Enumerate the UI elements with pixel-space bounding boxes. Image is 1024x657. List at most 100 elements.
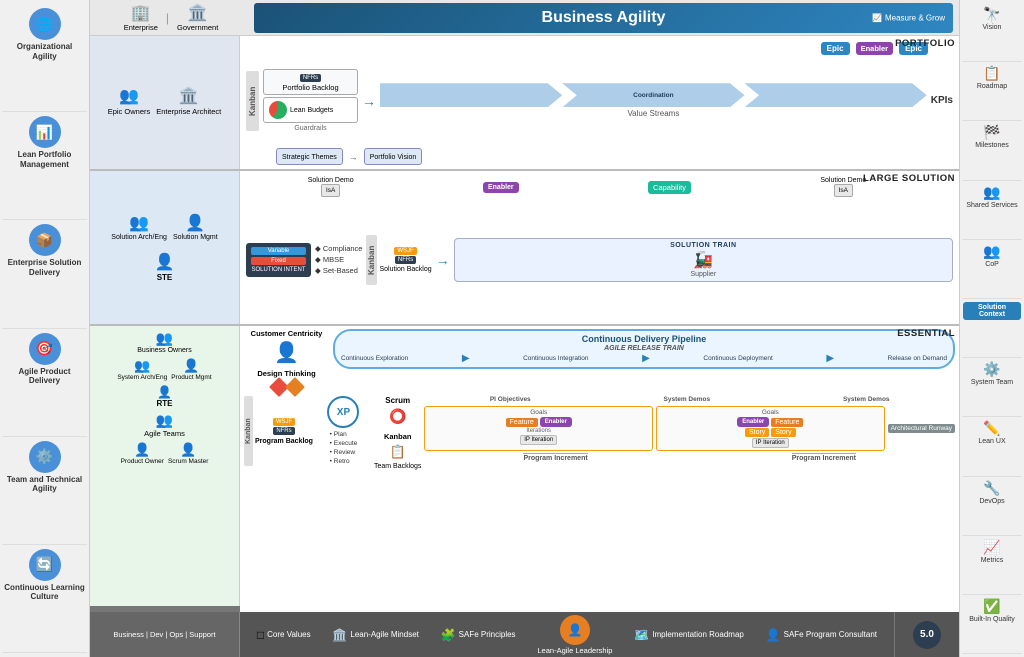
portfolio-backlog-box: NFRs Portfolio Backlog — [263, 69, 358, 95]
sidebar-item-continuous-learning[interactable]: 🔄 Continuous Learning Culture — [2, 545, 87, 653]
epic-box-1: Epic — [821, 42, 850, 55]
cop-label: CoP — [985, 261, 999, 269]
system-demos-label-2: System Demos — [843, 396, 890, 403]
epic-owners-label: Epic Owners — [108, 107, 151, 116]
vs-chevron-1 — [380, 83, 562, 107]
kanban-label-ess: Kanban — [245, 418, 252, 444]
milestones-icon: 🏁 — [983, 124, 1000, 141]
iterations-label: Iterations — [526, 428, 551, 434]
enterprise-label: Enterprise — [124, 23, 158, 32]
org-agility-icon: 🌐 — [29, 8, 61, 40]
release-on-demand-label: Release on Demand — [888, 355, 947, 362]
lean-agile-mindset-label: Lean-Agile Mindset — [350, 630, 418, 639]
devops-label: DevOps — [979, 498, 1004, 506]
continuous-deployment-stage: Continuous Deployment — [703, 355, 772, 362]
roadmap-label: Roadmap — [977, 83, 1007, 91]
sidebar-label-lean-portfolio: Lean Portfolio Management — [4, 150, 85, 169]
right-item-metrics[interactable]: 📈 Metrics — [962, 536, 1022, 595]
pi-objectives-label: PI Objectives — [490, 396, 531, 403]
right-item-vision[interactable]: 🔭 Vision — [962, 3, 1022, 62]
xp-bullets: • Plan• Execute• Review• Retro — [330, 430, 358, 466]
continuous-integration-label: Continuous Integration — [523, 355, 588, 362]
team-backlogs-label: Team Backlogs — [374, 463, 421, 470]
sidebar-item-agile-product[interactable]: 🎯 Agile Product Delivery — [2, 329, 87, 437]
sidebar-item-lean-portfolio[interactable]: 📊 Lean Portfolio Management — [2, 112, 87, 220]
sidebar-item-org-agility[interactable]: 🌐 Organizational Agility — [2, 4, 87, 112]
enabler-box: Enabler — [856, 42, 894, 55]
right-item-solution-context[interactable]: Solution Context — [962, 299, 1022, 358]
vs-chevron-2: Coordination — [562, 83, 744, 107]
solution-train-label: SOLUTION TRAIN — [670, 242, 737, 249]
continuous-integration-stage: Continuous Integration — [523, 355, 588, 362]
right-item-shared-services[interactable]: 👥 Shared Services — [962, 181, 1022, 240]
solution-demo-2-label: Solution Demo — [820, 177, 866, 184]
portfolio-vision-box: Portfolio Vision — [364, 148, 423, 165]
continuous-learning-icon: 🔄 — [29, 549, 61, 581]
cop-icon: 👥 — [983, 243, 1000, 260]
left-sidebar: 🌐 Organizational Agility 📊 Lean Portfoli… — [0, 0, 90, 657]
continuous-exploration-label: Continuous Exploration — [341, 355, 408, 362]
solution-backlog-label: Solution Backlog — [379, 266, 431, 273]
rte-label: RTE — [157, 399, 173, 408]
version-badge: 5.0 — [913, 621, 941, 649]
lean-budgets-label: Lean Budgets — [290, 107, 333, 114]
right-item-built-in-quality[interactable]: ✅ Built-In Quality — [962, 595, 1022, 654]
measure-grow-label: Measure & Grow — [885, 13, 945, 22]
enterprise-gov-header: 🏢 Enterprise | 🏛️ Government Business Ag… — [90, 0, 959, 36]
right-item-cop[interactable]: 👥 CoP — [962, 240, 1022, 299]
right-item-roadmap[interactable]: 📋 Roadmap — [962, 62, 1022, 121]
kanban-label-portfolio: Kanban — [248, 86, 257, 115]
business-dev-bar — [90, 606, 240, 612]
lean-agile-leadership-item[interactable]: 👤 Lean-Agile Leadership — [537, 615, 612, 655]
core-values-item[interactable]: □ Core Values — [257, 628, 311, 642]
portfolio-backlog-label: Portfolio Backlog — [269, 83, 352, 92]
shared-services-label: Shared Services — [966, 202, 1017, 210]
safe-principles-item[interactable]: 🧩 SAFe Principles — [441, 628, 516, 642]
solution-box-label: Solution Context — [963, 302, 1021, 320]
implementation-roadmap-item[interactable]: 🗺️ Implementation Roadmap — [634, 628, 744, 642]
enterprise-architect-label: Enterprise Architect — [156, 107, 221, 116]
program-increment-1: Goals Feature Enabler Iterations IP Iter… — [424, 406, 653, 451]
business-dev-label: Business | Dev | Ops | Support — [113, 630, 215, 639]
compliance-label: Compliance — [323, 244, 363, 253]
product-mgmt-label: Product Mgmt — [171, 374, 211, 381]
sidebar-item-team-technical[interactable]: ⚙️ Team and Technical Agility — [2, 437, 87, 545]
fixed-tag: Fixed — [251, 257, 306, 265]
right-item-system-team[interactable]: ⚙️ System Team — [962, 358, 1022, 417]
right-item-milestones[interactable]: 🏁 Milestones — [962, 121, 1022, 180]
program-increment-label-1: Program Increment — [523, 453, 587, 462]
wsjf-tag-ls: WSJF — [394, 247, 416, 255]
system-team-label: System Team — [971, 379, 1013, 387]
scrum-label: Scrum — [385, 396, 410, 405]
enabler-box-pi1: Enabler — [540, 417, 572, 427]
story-box-2: Story — [771, 428, 795, 437]
built-in-quality-icon: ✅ — [983, 598, 1000, 615]
sidebar-item-enterprise-solution[interactable]: 📦 Enterprise Solution Delivery — [2, 220, 87, 328]
system-demos-label-1: System Demos — [664, 396, 711, 403]
right-item-devops[interactable]: 🔧 DevOps — [962, 477, 1022, 536]
milestones-label: Milestones — [975, 142, 1008, 150]
sidebar-label-team-technical: Team and Technical Agility — [4, 475, 85, 494]
portfolio-vision-label: Portfolio Vision — [370, 154, 417, 161]
right-item-lean-ux[interactable]: ✏️ Lean UX — [962, 417, 1022, 476]
vision-label: Vision — [983, 24, 1002, 32]
sidebar-label-enterprise-solution: Enterprise Solution Delivery — [4, 258, 85, 277]
arch-runway-label: Architectural Runway — [888, 424, 955, 433]
solution-mgmt-label: Solution Mgmt — [173, 234, 218, 241]
xp-area: XP • Plan• Execute• Review• Retro — [316, 396, 371, 466]
portfolio-roles: 👥 Epic Owners 🏛️ Enterprise Architect — [108, 86, 222, 116]
compliance-list: ◆ Compliance ◆ MBSE ◆ Set-Based — [315, 243, 362, 277]
lean-agile-mindset-item[interactable]: 🏛️ Lean-Agile Mindset — [332, 628, 418, 642]
lean-budgets-box: Lean Budgets — [263, 97, 358, 123]
enterprise-solution-icon: 📦 — [29, 224, 61, 256]
built-in-quality-label: Built-In Quality — [969, 616, 1015, 624]
business-owners-label: Business Owners — [137, 347, 191, 354]
vision-icon: 🔭 — [983, 6, 1000, 23]
art-label: AGILE RELEASE TRAIN — [341, 345, 947, 352]
continuous-exploration-stage: Continuous Exploration — [341, 355, 408, 362]
sidebar-label-agile-product: Agile Product Delivery — [4, 367, 85, 386]
nfrs-tag: NFRs — [300, 74, 321, 82]
safe-program-consultant-item[interactable]: 👤 SAFe Program Consultant — [766, 628, 877, 642]
safe-program-consultant-label: SAFe Program Consultant — [784, 630, 877, 639]
kanban-label-ls: Kanban — [367, 245, 376, 274]
